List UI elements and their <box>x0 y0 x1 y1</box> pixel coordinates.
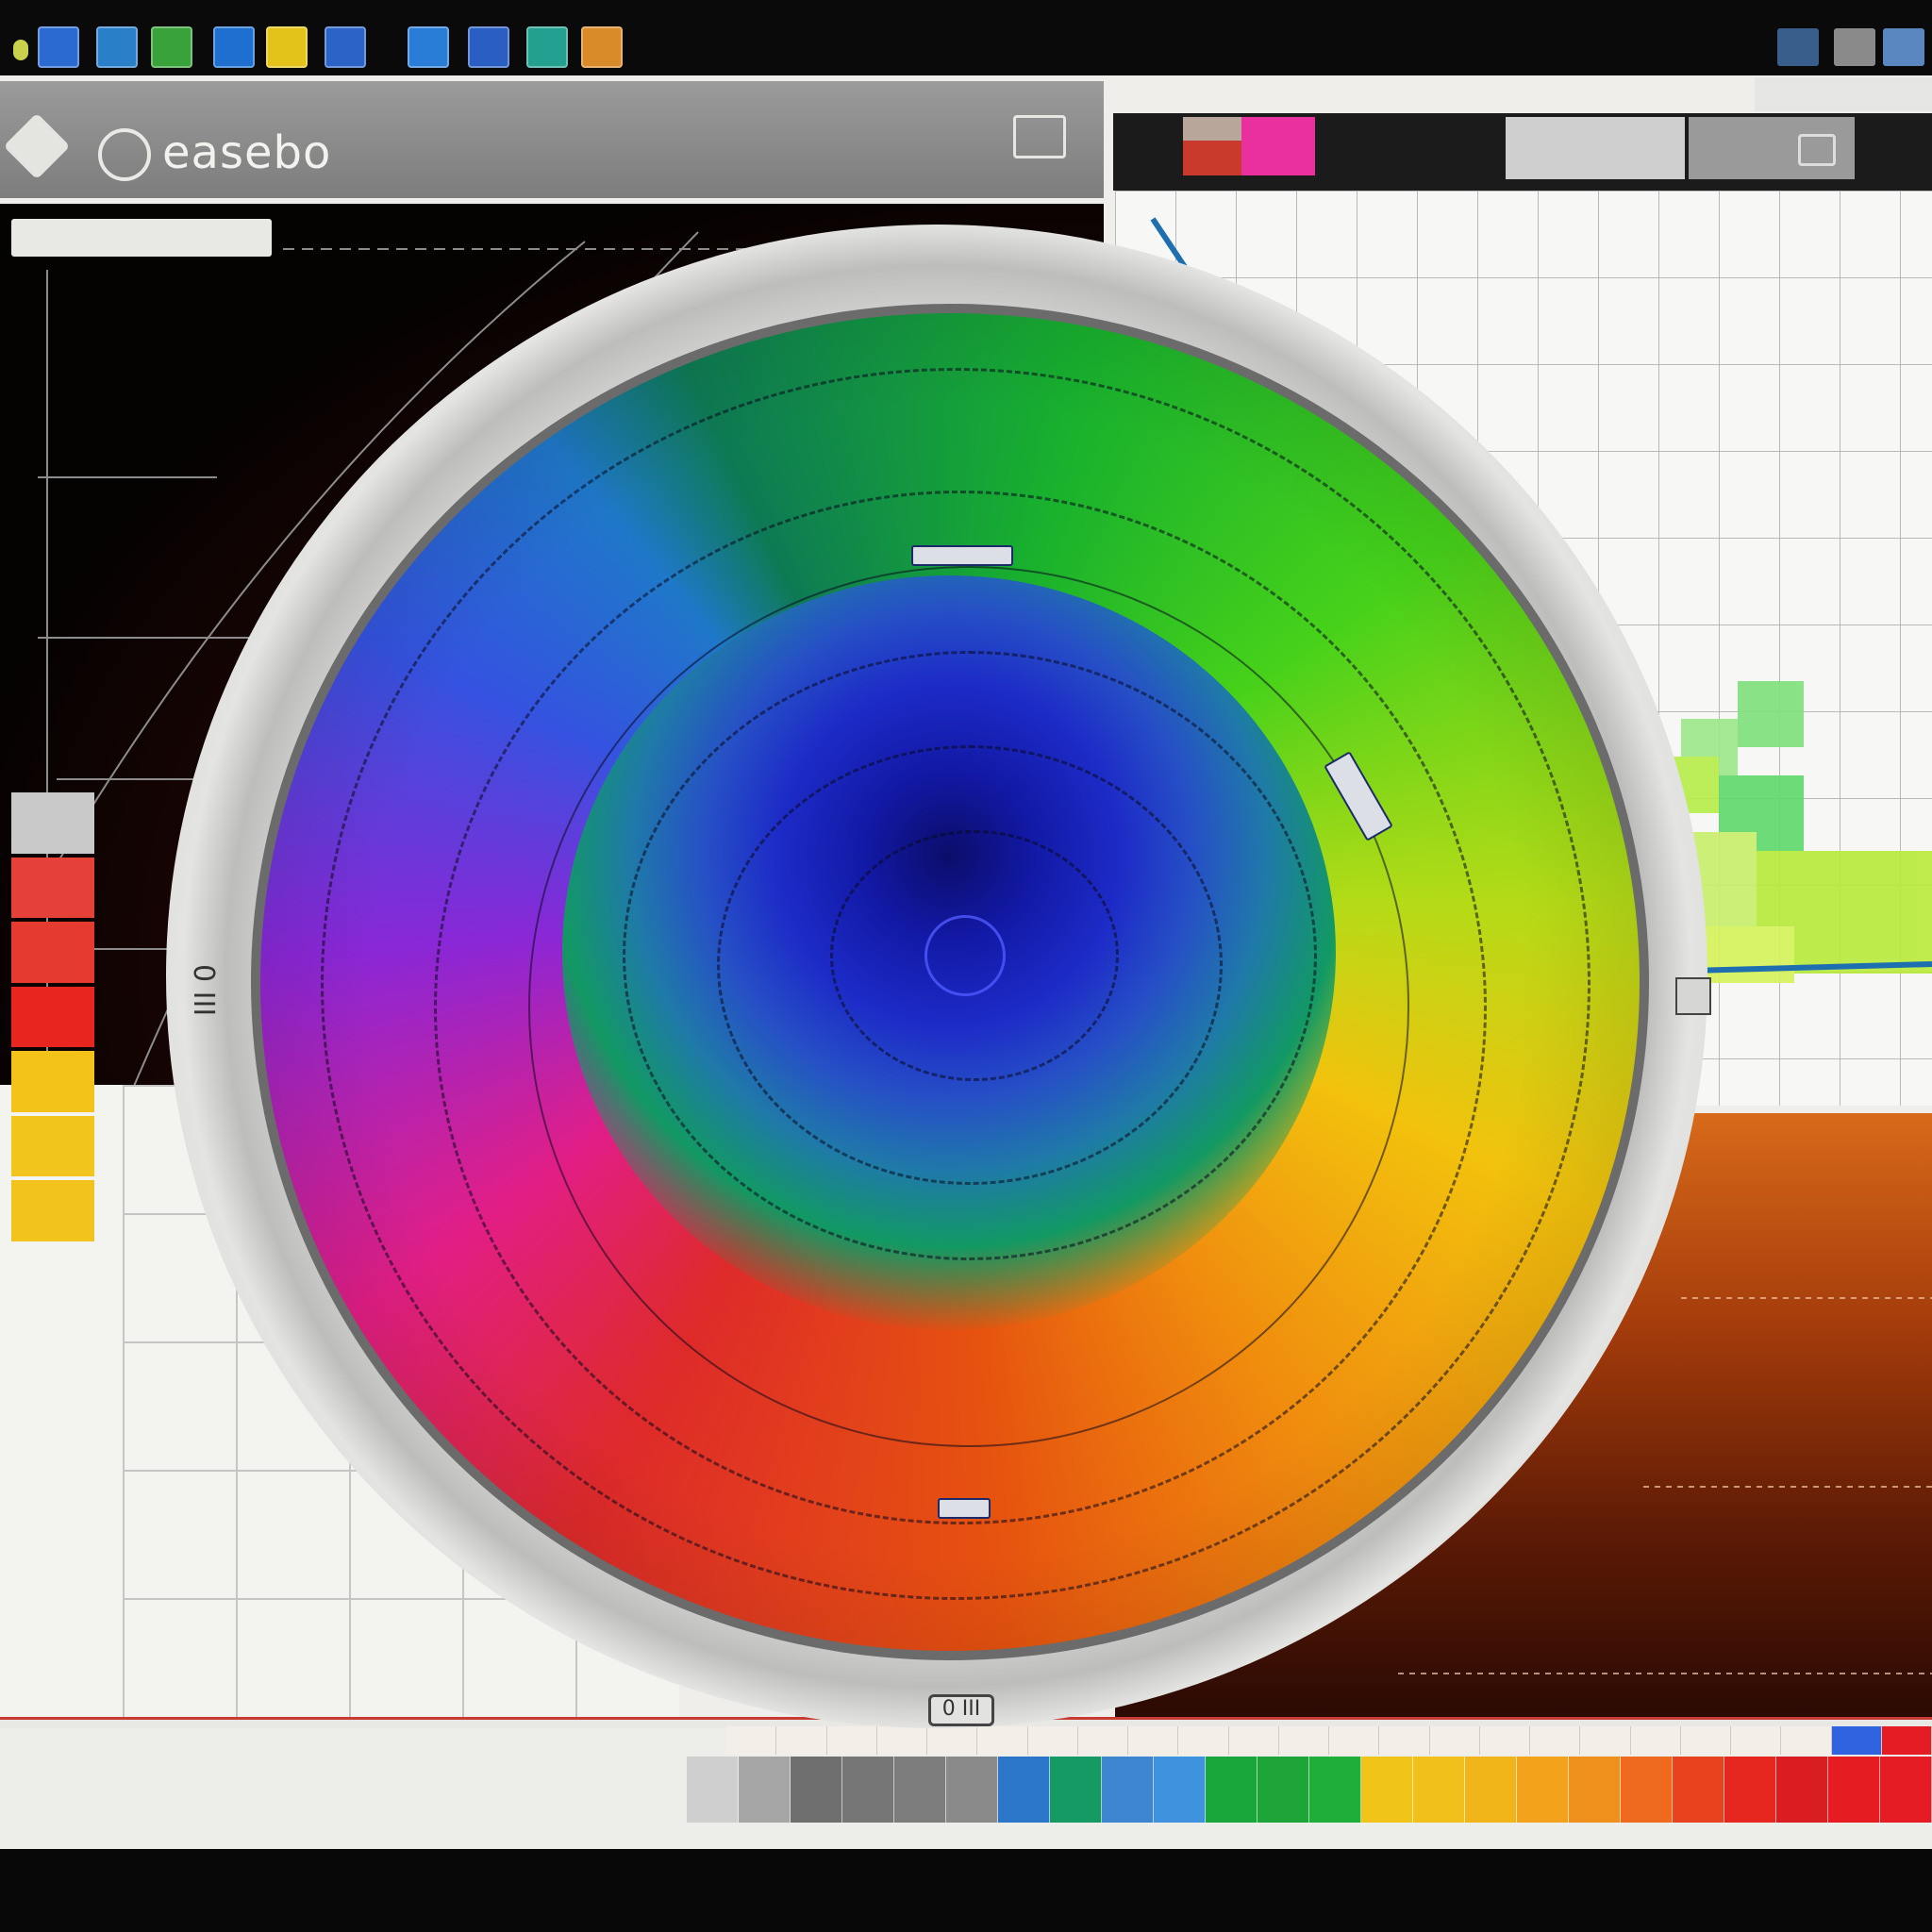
palette-header-cell <box>1128 1726 1179 1755</box>
data-chip[interactable] <box>938 1498 991 1519</box>
palette-swatch[interactable] <box>1724 1757 1776 1823</box>
palette-swatch[interactable] <box>1154 1757 1206 1823</box>
window-menu-icon[interactable] <box>1777 28 1819 66</box>
book-icon[interactable] <box>468 26 509 68</box>
palette-swatch[interactable] <box>894 1757 946 1823</box>
palette-swatch[interactable] <box>1880 1757 1932 1823</box>
legend-swatch <box>11 986 94 1048</box>
palette-swatch[interactable] <box>946 1757 998 1823</box>
palette-header-cell <box>1077 1726 1128 1755</box>
map-icon[interactable] <box>526 26 568 68</box>
top-toolbar <box>0 0 1932 75</box>
layer-select-input[interactable] <box>11 219 272 257</box>
legend-swatch <box>11 1180 94 1241</box>
lens-left-label: 0 III <box>187 964 220 1017</box>
palette-header-cell <box>876 1726 927 1755</box>
palette-header-cell <box>1379 1726 1430 1755</box>
palette-header-cell <box>726 1726 777 1755</box>
palette-swatch[interactable] <box>687 1757 739 1823</box>
palette-swatch[interactable] <box>1828 1757 1880 1823</box>
palette-header-cell <box>1278 1726 1329 1755</box>
center-marker <box>924 915 1006 996</box>
palette-header-cell <box>1781 1726 1832 1755</box>
palette-swatch[interactable] <box>1776 1757 1828 1823</box>
palette-header-cell <box>1479 1726 1530 1755</box>
color-legend <box>11 792 94 1245</box>
lens-bottom-label: 0 III <box>928 1694 994 1726</box>
palette-header-row <box>726 1726 1932 1755</box>
palette-header-cell <box>1429 1726 1480 1755</box>
palette-header-cell <box>1881 1726 1932 1755</box>
palette-header-cell <box>1329 1726 1380 1755</box>
palette-swatch[interactable] <box>1102 1757 1154 1823</box>
top-right-controls[interactable] <box>1755 77 1932 111</box>
legend-swatch <box>11 922 94 983</box>
color-palette[interactable] <box>687 1757 1932 1823</box>
palette-header-cell <box>1530 1726 1581 1755</box>
palette-swatch[interactable] <box>1621 1757 1673 1823</box>
palette-swatch[interactable] <box>1569 1757 1621 1823</box>
layers-icon[interactable] <box>1798 134 1836 166</box>
palette-swatch[interactable] <box>1413 1757 1465 1823</box>
palette-swatch[interactable] <box>1050 1757 1102 1823</box>
palette-header-cell <box>1580 1726 1631 1755</box>
document-icon[interactable] <box>38 26 79 68</box>
palette-header-cell <box>977 1726 1028 1755</box>
palette-swatch[interactable] <box>998 1757 1050 1823</box>
palette-swatch[interactable] <box>1361 1757 1413 1823</box>
document-icon[interactable] <box>1013 115 1066 158</box>
app-title: easebo <box>162 126 332 179</box>
chart-icon[interactable] <box>96 26 138 68</box>
palette-header-cell <box>1178 1726 1229 1755</box>
palette-header-cell <box>1731 1726 1782 1755</box>
status-dot <box>13 40 28 60</box>
palette-swatch[interactable] <box>1517 1757 1569 1823</box>
palette-header-cell <box>1027 1726 1078 1755</box>
window-icon[interactable] <box>325 26 366 68</box>
minimize-icon[interactable] <box>1834 28 1875 66</box>
palette-swatch[interactable] <box>1309 1757 1361 1823</box>
legend-swatch <box>11 857 94 919</box>
legend-swatch <box>11 792 94 854</box>
legend-swatch <box>11 1051 94 1112</box>
table-icon[interactable] <box>408 26 449 68</box>
brush-icon[interactable] <box>581 26 623 68</box>
note-icon[interactable] <box>266 26 308 68</box>
palette-swatch[interactable] <box>791 1757 842 1823</box>
sub-toolbar-panel[interactable] <box>1506 117 1685 179</box>
app-logo-icon <box>98 128 151 181</box>
palette-header-cell <box>927 1726 978 1755</box>
palette-swatch[interactable] <box>739 1757 791 1823</box>
legend-swatch <box>11 1115 94 1177</box>
palette-header-cell <box>1680 1726 1731 1755</box>
palette-swatch[interactable] <box>1257 1757 1309 1823</box>
palette-swatch[interactable] <box>1673 1757 1724 1823</box>
palette-swatch[interactable] <box>842 1757 894 1823</box>
palette-header-cell <box>776 1726 827 1755</box>
palette-swatch[interactable] <box>1206 1757 1257 1823</box>
maximize-icon[interactable] <box>1883 28 1924 66</box>
palette-header-cell <box>1630 1726 1681 1755</box>
lens-right-handle[interactable] <box>1675 977 1711 1015</box>
palette-header-cell <box>1228 1726 1279 1755</box>
palette-swatch[interactable] <box>1465 1757 1517 1823</box>
color-swatch-pair[interactable] <box>1183 117 1315 175</box>
palette-header-cell <box>826 1726 877 1755</box>
palette-header-cell <box>1831 1726 1882 1755</box>
folder-icon[interactable] <box>213 26 255 68</box>
data-chip[interactable] <box>911 545 1013 566</box>
image-icon[interactable] <box>151 26 192 68</box>
